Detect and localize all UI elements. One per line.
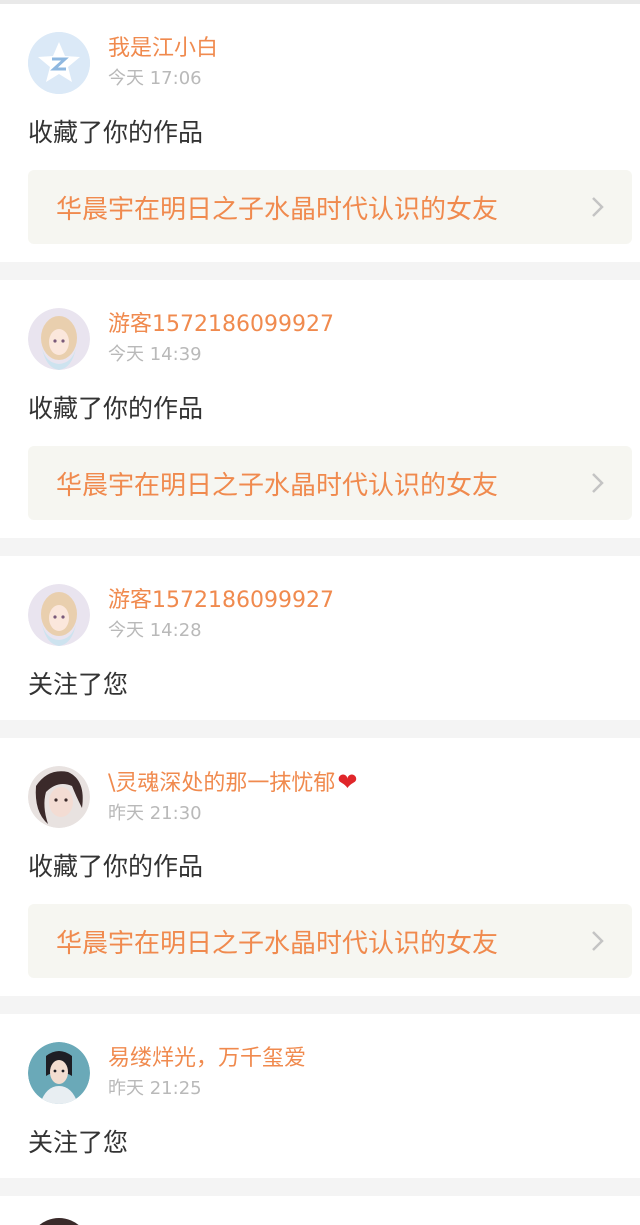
user-name[interactable]: 我是江小白: [108, 34, 218, 64]
ancient-costume-icon: [28, 1042, 90, 1104]
timestamp: 今天 14:28: [108, 620, 202, 641]
avatar[interactable]: [28, 766, 90, 828]
work-link[interactable]: 华晨宇在明日之子水晶时代认识的女友: [28, 904, 632, 978]
avatar[interactable]: [28, 308, 90, 370]
notification-header: 游客1572186099927 今天 14:28: [28, 584, 612, 646]
user-name[interactable]: 易缕烊光，万千玺爱: [108, 1044, 306, 1074]
notification-card-partial: [0, 1196, 640, 1225]
timestamp: 昨天 21:30: [108, 803, 202, 824]
notification-card: 易缕烊光，万千玺爱 昨天 21:25 关注了您: [0, 1014, 640, 1178]
avatar[interactable]: [28, 32, 90, 94]
anime-girl-icon: [28, 584, 90, 646]
user-meta: 游客1572186099927 今天 14:39: [108, 310, 334, 368]
user-name[interactable]: \灵魂深处的那一抹忧郁❤: [108, 767, 358, 799]
girl-photo-icon: [28, 766, 90, 828]
user-meta: 我是江小白 今天 17:06: [108, 34, 218, 92]
notification-card: 游客1572186099927 今天 14:39 收藏了你的作品 华晨宇在明日之…: [0, 280, 640, 538]
action-text: 关注了您: [28, 670, 129, 699]
notification-card: \灵魂深处的那一抹忧郁❤ 昨天 21:30 收藏了你的作品 华晨宇在明日之子水晶…: [0, 738, 640, 996]
user-meta: \灵魂深处的那一抹忧郁❤ 昨天 21:30: [108, 767, 358, 827]
user-name[interactable]: 游客1572186099927: [108, 310, 334, 340]
action-text: 收藏了你的作品: [28, 394, 204, 423]
avatar[interactable]: [28, 1042, 90, 1104]
chevron-right-icon: [592, 473, 604, 493]
notification-header: 易缕烊光，万千玺爱 昨天 21:25: [28, 1042, 612, 1104]
notification-page: 我是江小白 今天 17:06 收藏了你的作品 华晨宇在明日之子水晶时代认识的女友: [0, 0, 640, 1225]
user-name[interactable]: 游客1572186099927: [108, 586, 334, 616]
work-link[interactable]: 华晨宇在明日之子水晶时代认识的女友: [28, 170, 632, 244]
work-title: 华晨宇在明日之子水晶时代认识的女友: [56, 470, 499, 501]
chevron-right-icon: [592, 931, 604, 951]
action-text: 收藏了你的作品: [28, 852, 204, 881]
notification-header: \灵魂深处的那一抹忧郁❤ 昨天 21:30: [28, 766, 612, 828]
user-name-text: \灵魂深处的那一抹忧郁: [108, 771, 336, 796]
user-meta: 易缕烊光，万千玺爱 昨天 21:25: [108, 1044, 306, 1102]
notification-card: 游客1572186099927 今天 14:28 关注了您: [0, 556, 640, 720]
work-title: 华晨宇在明日之子水晶时代认识的女友: [56, 928, 499, 959]
work-link[interactable]: 华晨宇在明日之子水晶时代认识的女友: [28, 446, 632, 520]
qq-star-icon: [28, 32, 90, 94]
anime-girl-icon: [28, 308, 90, 370]
work-title: 华晨宇在明日之子水晶时代认识的女友: [56, 194, 499, 225]
timestamp: 今天 17:06: [108, 68, 202, 89]
notification-card: 我是江小白 今天 17:06 收藏了你的作品 华晨宇在明日之子水晶时代认识的女友: [0, 4, 640, 262]
user-meta: 游客1572186099927 今天 14:28: [108, 586, 334, 644]
chevron-right-icon: [592, 197, 604, 217]
avatar[interactable]: [28, 584, 90, 646]
action-text: 关注了您: [28, 1128, 129, 1157]
avatar[interactable]: [28, 1218, 90, 1225]
timestamp: 今天 14:39: [108, 344, 202, 365]
notification-header: 我是江小白 今天 17:06: [28, 32, 612, 94]
timestamp: 昨天 21:25: [108, 1078, 202, 1099]
notification-header: 游客1572186099927 今天 14:39: [28, 308, 612, 370]
heart-icon: ❤: [337, 768, 358, 796]
action-text: 收藏了你的作品: [28, 118, 204, 147]
